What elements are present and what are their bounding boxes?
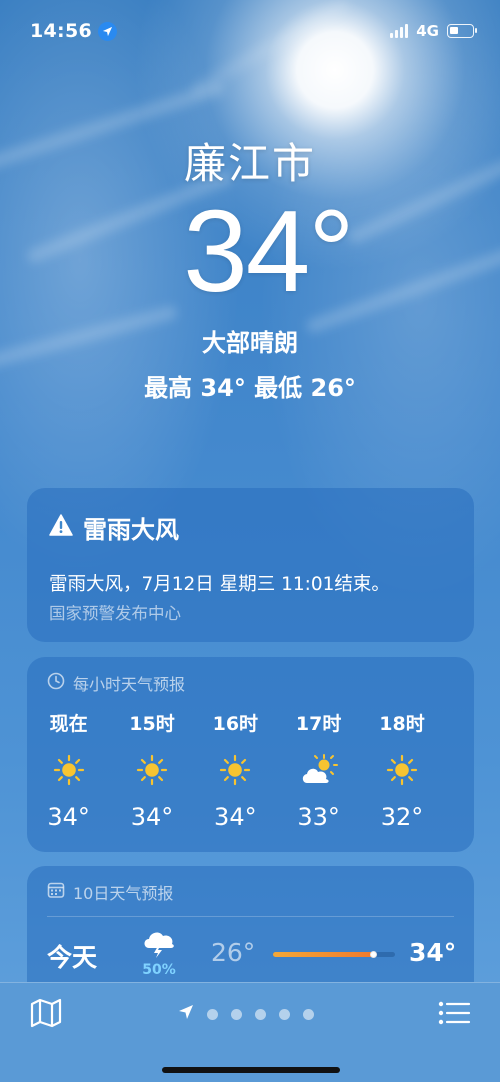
current-temperature: 34° [183, 186, 354, 316]
hour-item: 现在 34° [27, 709, 110, 831]
alert-description: 雷雨大风，7月12日 星期三 11:01结束。 [49, 574, 390, 595]
page-dot[interactable] [255, 1008, 266, 1020]
divider [47, 916, 454, 917]
city-name: 廉江市 [183, 139, 316, 188]
hour-item: 1 [444, 709, 474, 831]
severe-weather-alert-card[interactable]: 雷雨大风 雷雨大风，7月12日 星期三 11:01结束。 国家预警发布中心 [27, 488, 474, 642]
home-indicator[interactable] [162, 1067, 340, 1073]
ten-day-forecast-title: 10日天气预报 [73, 884, 174, 903]
hour-item: 18时 32° [360, 709, 443, 831]
page-dot[interactable] [279, 1008, 290, 1020]
hour-temperature: 34° [47, 803, 90, 831]
weather-condition: 大部晴朗 [202, 329, 298, 357]
current-temperature-marker [370, 951, 378, 958]
battery-icon [447, 24, 477, 38]
city-list-button[interactable] [436, 997, 472, 1029]
hour-label: 18时 [379, 713, 425, 735]
alert-source[interactable]: 国家预警发布中心 [49, 600, 181, 624]
hour-label: 17时 [295, 713, 342, 735]
warning-triangle-icon [49, 513, 73, 542]
status-bar: 14:56 4G [0, 0, 500, 62]
hourly-forecast-card[interactable]: 每小时天气预报 现在 34° 15时 34° 16时 34° 17时 33° 1… [27, 657, 474, 852]
high-low-temperature: 最高 34° 最低 26° [144, 374, 356, 402]
day-name: 今天 [47, 943, 98, 972]
network-type: 4G [416, 22, 439, 40]
temperature-range-bar [273, 951, 395, 958]
hour-label: 16时 [212, 713, 259, 735]
hourly-forecast-title: 每小时天气预报 [73, 675, 186, 694]
sun-icon [53, 753, 85, 787]
page-indicator[interactable] [178, 1004, 314, 1024]
day-low-temperature: 26° [211, 938, 256, 967]
page-dot[interactable] [207, 1008, 218, 1020]
hour-item: 16时 34° [194, 709, 277, 831]
precipitation-chance: 50% [142, 962, 176, 978]
hour-label: 15时 [129, 713, 175, 735]
current-weather: 廉江市 34° 大部晴朗 最高 34° 最低 26° [0, 130, 500, 403]
alert-title: 雷雨大风 [83, 516, 179, 544]
sun-icon [219, 753, 251, 787]
page-dot[interactable] [303, 1008, 314, 1020]
clock-icon [47, 672, 65, 694]
hour-label: 现在 [49, 713, 88, 735]
list-icon [438, 1001, 471, 1025]
partly-cloudy-icon [299, 753, 339, 787]
hour-temperature: 33° [297, 803, 340, 831]
calendar-icon [47, 881, 65, 903]
temperature-range-fill [273, 952, 375, 957]
forecast-day-row[interactable]: 今天 50% 26° 34° [47, 928, 457, 988]
day-high-temperature: 34° [409, 938, 457, 967]
bottom-toolbar [0, 982, 500, 1082]
thunderstorm-icon [142, 928, 176, 962]
sun-icon [136, 753, 168, 787]
hour-temperature: 32° [380, 803, 424, 831]
hour-temperature: 34° [214, 803, 257, 831]
map-icon [30, 998, 62, 1028]
hourly-forecast-list[interactable]: 现在 34° 15时 34° 16时 34° 17时 33° 18时 32° 1 [27, 709, 474, 831]
hour-item: 15时 34° [110, 709, 193, 831]
sun-icon [386, 753, 418, 787]
cellular-signal-icon [390, 24, 409, 38]
hour-temperature: 34° [130, 803, 174, 831]
hour-item: 17时 33° [277, 709, 360, 831]
page-dot[interactable] [231, 1008, 242, 1020]
map-button[interactable] [28, 997, 64, 1029]
status-time: 14:56 [30, 20, 92, 42]
location-arrow-icon [178, 1004, 194, 1024]
location-services-icon [97, 21, 117, 41]
